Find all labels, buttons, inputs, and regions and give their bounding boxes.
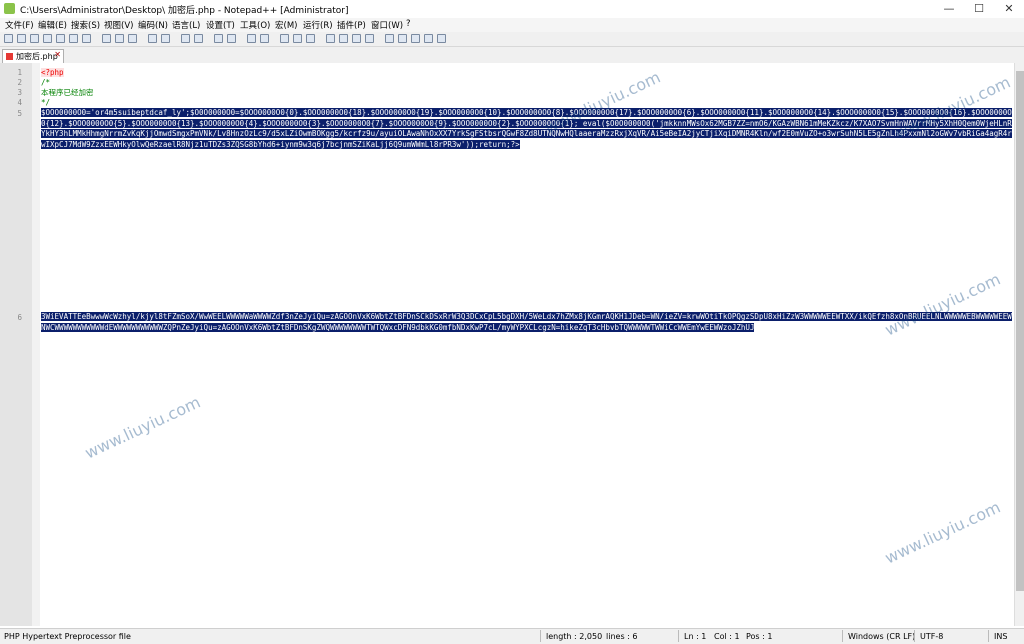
scrollbar-thumb[interactable] [1016, 71, 1024, 591]
save-all-icon[interactable] [43, 34, 52, 43]
save-icon[interactable] [30, 34, 39, 43]
menu-tools[interactable]: 工具(O) [240, 19, 270, 31]
maximize-button[interactable]: ☐ [964, 0, 994, 18]
close-tab-icon[interactable]: ✕ [54, 50, 61, 59]
obfuscated-code-line-5: $OOO0000O0='or4m5suibeptdcaf_ly';$O0O000… [41, 108, 1016, 308]
show-all-chars-icon[interactable] [293, 34, 302, 43]
watermark: www.liuyiu.com [81, 392, 204, 463]
replace-icon[interactable] [194, 34, 203, 43]
status-eol[interactable]: Windows (CR LF) [848, 632, 915, 641]
zoom-in-icon[interactable] [214, 34, 223, 43]
watermark: www.liuyiu.com [881, 497, 1004, 568]
status-pos: Pos : 1 [746, 632, 773, 641]
line-number: 6 [17, 313, 22, 322]
stop-macro-icon[interactable] [398, 34, 407, 43]
minimize-button[interactable]: — [934, 0, 964, 18]
editor-area[interactable]: 1 2 3 4 5 6 <?php /* 本程序已经加密 */ $OOO0000… [0, 63, 1024, 626]
line-number-margin: 1 2 3 4 5 6 [0, 63, 32, 626]
status-bar: PHP Hypertext Preprocessor file length :… [0, 628, 1024, 644]
status-insert-mode[interactable]: INS [994, 632, 1007, 641]
save-macro-icon[interactable] [437, 34, 446, 43]
unsaved-file-icon [6, 53, 13, 60]
paste-icon[interactable] [128, 34, 137, 43]
copy-icon[interactable] [115, 34, 124, 43]
tab-bar: 加密后.php ✕ [0, 47, 1024, 64]
comment-open: /* [41, 78, 51, 87]
word-wrap-icon[interactable] [280, 34, 289, 43]
indent-guide-icon[interactable] [306, 34, 315, 43]
menu-language[interactable]: 语言(L) [172, 19, 200, 31]
close-button[interactable]: ✕ [994, 0, 1024, 18]
new-file-icon[interactable] [4, 34, 13, 43]
find-icon[interactable] [181, 34, 190, 43]
redo-icon[interactable] [161, 34, 170, 43]
window-title: C:\Users\Administrator\Desktop\ 加密后.php … [20, 6, 349, 16]
toolbar [0, 32, 1024, 47]
tab-file[interactable]: 加密后.php ✕ [2, 49, 64, 63]
record-macro-icon[interactable] [385, 34, 394, 43]
folder-workspace-icon[interactable] [352, 34, 361, 43]
monitoring-icon[interactable] [365, 34, 374, 43]
comment-text: 本程序已经加密 [41, 88, 94, 97]
status-length: length : 2,050 [546, 632, 603, 641]
line-number: 5 [17, 109, 22, 118]
status-ln: Ln : 1 [684, 632, 707, 641]
menu-run[interactable]: 运行(R) [303, 19, 333, 31]
line-number: 3 [17, 88, 22, 97]
doc-map-icon[interactable] [326, 34, 335, 43]
status-lines: lines : 6 [606, 632, 638, 641]
close-all-icon[interactable] [69, 34, 78, 43]
menu-search[interactable]: 搜索(S) [71, 19, 100, 31]
menu-settings[interactable]: 设置(T) [206, 19, 235, 31]
title-bar: C:\Users\Administrator\Desktop\ 加密后.php … [0, 0, 1024, 19]
obfuscated-code-text: $OOO0000O0='or4m5suibeptdcaf_ly';$O0O000… [41, 108, 1012, 149]
run-macro-multiple-icon[interactable] [424, 34, 433, 43]
menu-file[interactable]: 文件(F) [5, 19, 34, 31]
menu-encoding[interactable]: 编码(N) [138, 19, 168, 31]
menu-edit[interactable]: 编辑(E) [38, 19, 67, 31]
close-file-icon[interactable] [56, 34, 65, 43]
php-open-tag: <?php [41, 68, 64, 77]
status-file-type: PHP Hypertext Preprocessor file [4, 632, 131, 641]
undo-icon[interactable] [148, 34, 157, 43]
function-list-icon[interactable] [339, 34, 348, 43]
comment-close: */ [41, 98, 51, 107]
line-number: 2 [17, 78, 22, 87]
sync-horizontal-icon[interactable] [260, 34, 269, 43]
encoded-payload-line-6: 3WiEVATTEeBwwwWcWzhyl/kjyl8tFZmSoX/WwWEE… [41, 312, 1016, 352]
line-number: 4 [17, 98, 22, 107]
menu-window[interactable]: 窗口(W) [371, 19, 403, 31]
sync-vertical-icon[interactable] [247, 34, 256, 43]
notepad-plus-plus-icon [4, 3, 15, 14]
open-file-icon[interactable] [17, 34, 26, 43]
menu-plugins[interactable]: 插件(P) [337, 19, 366, 31]
menu-bar: 文件(F) 编辑(E) 搜索(S) 视图(V) 编码(N) 语言(L) 设置(T… [0, 18, 1024, 32]
line-number: 1 [17, 68, 22, 77]
menu-macro[interactable]: 宏(M) [275, 19, 297, 31]
encoded-payload-text: 3WiEVATTEeBwwwWcWzhyl/kjyl8tFZmSoX/WwWEE… [41, 312, 1012, 332]
status-encoding[interactable]: UTF-8 [920, 632, 943, 641]
zoom-out-icon[interactable] [227, 34, 236, 43]
print-icon[interactable] [82, 34, 91, 43]
tab-label: 加密后.php [16, 52, 58, 61]
vertical-scrollbar[interactable] [1014, 63, 1024, 626]
menu-help[interactable]: ? [406, 19, 411, 29]
menu-view[interactable]: 视图(V) [104, 19, 133, 31]
cut-icon[interactable] [102, 34, 111, 43]
fold-margin[interactable] [32, 63, 40, 626]
status-col: Col : 1 [714, 632, 740, 641]
play-macro-icon[interactable] [411, 34, 420, 43]
